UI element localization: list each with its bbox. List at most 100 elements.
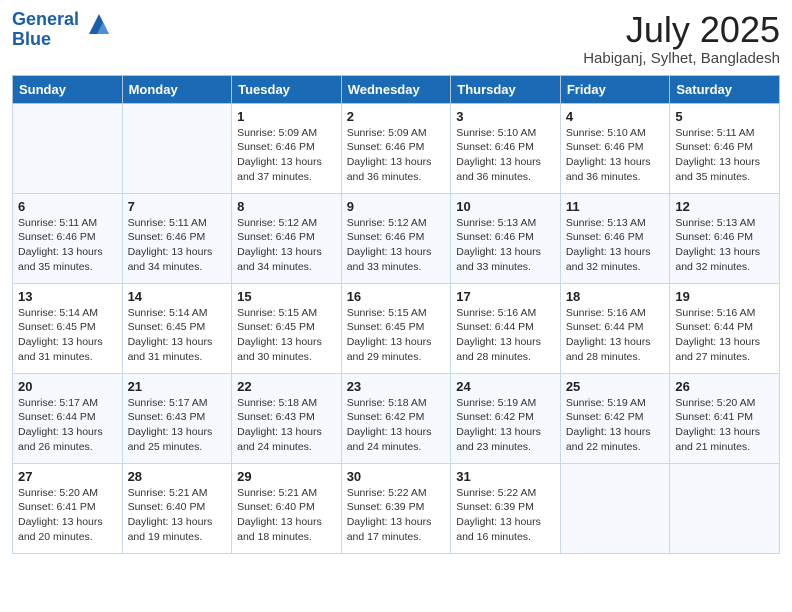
calendar-cell: 5 Sunrise: 5:11 AMSunset: 6:46 PMDaylight…: [670, 103, 780, 193]
day-info: Sunrise: 5:17 AMSunset: 6:43 PMDaylight:…: [128, 396, 227, 455]
logo: General Blue: [12, 10, 115, 50]
day-number: 8: [237, 199, 336, 214]
day-number: 17: [456, 289, 555, 304]
day-info: Sunrise: 5:18 AMSunset: 6:42 PMDaylight:…: [347, 396, 446, 455]
day-info: Sunrise: 5:11 AMSunset: 6:46 PMDaylight:…: [18, 216, 117, 275]
day-info: Sunrise: 5:15 AMSunset: 6:45 PMDaylight:…: [347, 306, 446, 365]
logo-line1: General: [12, 10, 79, 30]
day-info: Sunrise: 5:10 AMSunset: 6:46 PMDaylight:…: [456, 126, 555, 185]
day-number: 22: [237, 379, 336, 394]
day-number: 16: [347, 289, 446, 304]
day-number: 15: [237, 289, 336, 304]
day-number: 14: [128, 289, 227, 304]
day-number: 26: [675, 379, 774, 394]
calendar-table: SundayMondayTuesdayWednesdayThursdayFrid…: [12, 75, 780, 554]
calendar-cell: 11Sunrise: 5:13 AMSunset: 6:46 PMDayligh…: [560, 193, 670, 283]
weekday-header: Tuesday: [232, 75, 342, 103]
calendar-week-row: 13Sunrise: 5:14 AMSunset: 6:45 PMDayligh…: [13, 283, 780, 373]
day-info: Sunrise: 5:11 AMSunset: 6:46 PMDaylight:…: [128, 216, 227, 275]
day-number: 27: [18, 469, 117, 484]
calendar-cell: 29Sunrise: 5:21 AMSunset: 6:40 PMDayligh…: [232, 463, 342, 553]
day-info: Sunrise: 5:16 AMSunset: 6:44 PMDaylight:…: [675, 306, 774, 365]
day-info: Sunrise: 5:18 AMSunset: 6:43 PMDaylight:…: [237, 396, 336, 455]
weekday-header: Wednesday: [341, 75, 451, 103]
calendar-cell: 25 Sunrise: 5:19 AMSunset: 6:42 PMDayligh…: [560, 373, 670, 463]
day-number: 7: [128, 199, 227, 214]
day-info: Sunrise: 5:10 AMSunset: 6:46 PMDaylight:…: [566, 126, 665, 185]
calendar-cell: 7 Sunrise: 5:11 AMSunset: 6:46 PMDaylight…: [122, 193, 232, 283]
title-block: July 2025 Habiganj, Sylhet, Bangladesh: [583, 10, 780, 67]
day-number: 31: [456, 469, 555, 484]
calendar-cell: 19 Sunrise: 5:16 AMSunset: 6:44 PMDayligh…: [670, 283, 780, 373]
day-info: Sunrise: 5:12 AMSunset: 6:46 PMDaylight:…: [347, 216, 446, 275]
day-info: Sunrise: 5:17 AMSunset: 6:44 PMDaylight:…: [18, 396, 117, 455]
calendar-cell: 12Sunrise: 5:13 AMSunset: 6:46 PMDayligh…: [670, 193, 780, 283]
day-info: Sunrise: 5:11 AMSunset: 6:46 PMDaylight:…: [675, 126, 774, 185]
logo-text: General Blue: [12, 10, 115, 50]
calendar-cell: 4 Sunrise: 5:10 AMSunset: 6:46 PMDaylight…: [560, 103, 670, 193]
day-info: Sunrise: 5:15 AMSunset: 6:45 PMDaylight:…: [237, 306, 336, 365]
calendar-cell: 27 Sunrise: 5:20 AMSunset: 6:41 PMDayligh…: [13, 463, 123, 553]
day-info: Sunrise: 5:09 AMSunset: 6:46 PMDaylight:…: [237, 126, 336, 185]
day-info: Sunrise: 5:13 AMSunset: 6:46 PMDaylight:…: [566, 216, 665, 275]
calendar-cell: 8Sunrise: 5:12 AMSunset: 6:46 PMDaylight…: [232, 193, 342, 283]
day-number: 10: [456, 199, 555, 214]
logo-line2: Blue: [12, 30, 79, 50]
day-info: Sunrise: 5:09 AMSunset: 6:46 PMDaylight:…: [347, 126, 446, 185]
day-number: 23: [347, 379, 446, 394]
calendar-cell: 16 Sunrise: 5:15 AMSunset: 6:45 PMDayligh…: [341, 283, 451, 373]
day-info: Sunrise: 5:22 AMSunset: 6:39 PMDaylight:…: [347, 486, 446, 545]
month-title: July 2025: [583, 10, 780, 50]
calendar-cell: 21Sunrise: 5:17 AMSunset: 6:43 PMDayligh…: [122, 373, 232, 463]
day-number: 3: [456, 109, 555, 124]
calendar-cell: 24 Sunrise: 5:19 AMSunset: 6:42 PMDayligh…: [451, 373, 561, 463]
calendar-cell: 9Sunrise: 5:12 AMSunset: 6:46 PMDaylight…: [341, 193, 451, 283]
day-number: 12: [675, 199, 774, 214]
calendar-week-row: 27 Sunrise: 5:20 AMSunset: 6:41 PMDayligh…: [13, 463, 780, 553]
calendar-cell: 17 Sunrise: 5:16 AMSunset: 6:44 PMDayligh…: [451, 283, 561, 373]
calendar-cell: 31 Sunrise: 5:22 AMSunset: 6:39 PMDayligh…: [451, 463, 561, 553]
day-info: Sunrise: 5:19 AMSunset: 6:42 PMDaylight:…: [456, 396, 555, 455]
day-info: Sunrise: 5:20 AMSunset: 6:41 PMDaylight:…: [18, 486, 117, 545]
day-number: 5: [675, 109, 774, 124]
weekday-header: Saturday: [670, 75, 780, 103]
day-info: Sunrise: 5:22 AMSunset: 6:39 PMDaylight:…: [456, 486, 555, 545]
day-info: Sunrise: 5:16 AMSunset: 6:44 PMDaylight:…: [456, 306, 555, 365]
calendar-cell: [560, 463, 670, 553]
day-number: 2: [347, 109, 446, 124]
calendar-cell: 22 Sunrise: 5:18 AMSunset: 6:43 PMDayligh…: [232, 373, 342, 463]
day-info: Sunrise: 5:19 AMSunset: 6:42 PMDaylight:…: [566, 396, 665, 455]
day-number: 28: [128, 469, 227, 484]
day-number: 19: [675, 289, 774, 304]
day-number: 6: [18, 199, 117, 214]
day-number: 30: [347, 469, 446, 484]
day-info: Sunrise: 5:14 AMSunset: 6:45 PMDaylight:…: [128, 306, 227, 365]
calendar-cell: [13, 103, 123, 193]
calendar-cell: 18Sunrise: 5:16 AMSunset: 6:44 PMDayligh…: [560, 283, 670, 373]
calendar-week-row: 6 Sunrise: 5:11 AMSunset: 6:46 PMDaylight…: [13, 193, 780, 283]
day-info: Sunrise: 5:16 AMSunset: 6:44 PMDaylight:…: [566, 306, 665, 365]
day-info: Sunrise: 5:21 AMSunset: 6:40 PMDaylight:…: [128, 486, 227, 545]
calendar-container: General Blue July 2025 Habiganj, Sylhet,…: [0, 0, 792, 564]
calendar-cell: 2 Sunrise: 5:09 AMSunset: 6:46 PMDaylight…: [341, 103, 451, 193]
day-number: 1: [237, 109, 336, 124]
logo-icon: [83, 8, 115, 45]
day-info: Sunrise: 5:13 AMSunset: 6:46 PMDaylight:…: [456, 216, 555, 275]
calendar-week-row: 20Sunrise: 5:17 AMSunset: 6:44 PMDayligh…: [13, 373, 780, 463]
calendar-cell: [122, 103, 232, 193]
calendar-cell: 23 Sunrise: 5:18 AMSunset: 6:42 PMDayligh…: [341, 373, 451, 463]
calendar-cell: 10 Sunrise: 5:13 AMSunset: 6:46 PMDayligh…: [451, 193, 561, 283]
header-row: SundayMondayTuesdayWednesdayThursdayFrid…: [13, 75, 780, 103]
calendar-cell: 1 Sunrise: 5:09 AMSunset: 6:46 PMDaylight…: [232, 103, 342, 193]
calendar-cell: 20Sunrise: 5:17 AMSunset: 6:44 PMDayligh…: [13, 373, 123, 463]
location: Habiganj, Sylhet, Bangladesh: [583, 50, 780, 67]
calendar-cell: 3 Sunrise: 5:10 AMSunset: 6:46 PMDaylight…: [451, 103, 561, 193]
calendar-week-row: 1 Sunrise: 5:09 AMSunset: 6:46 PMDaylight…: [13, 103, 780, 193]
calendar-cell: 14 Sunrise: 5:14 AMSunset: 6:45 PMDayligh…: [122, 283, 232, 373]
day-number: 25: [566, 379, 665, 394]
day-info: Sunrise: 5:20 AMSunset: 6:41 PMDaylight:…: [675, 396, 774, 455]
day-info: Sunrise: 5:21 AMSunset: 6:40 PMDaylight:…: [237, 486, 336, 545]
day-info: Sunrise: 5:14 AMSunset: 6:45 PMDaylight:…: [18, 306, 117, 365]
day-number: 24: [456, 379, 555, 394]
day-number: 4: [566, 109, 665, 124]
